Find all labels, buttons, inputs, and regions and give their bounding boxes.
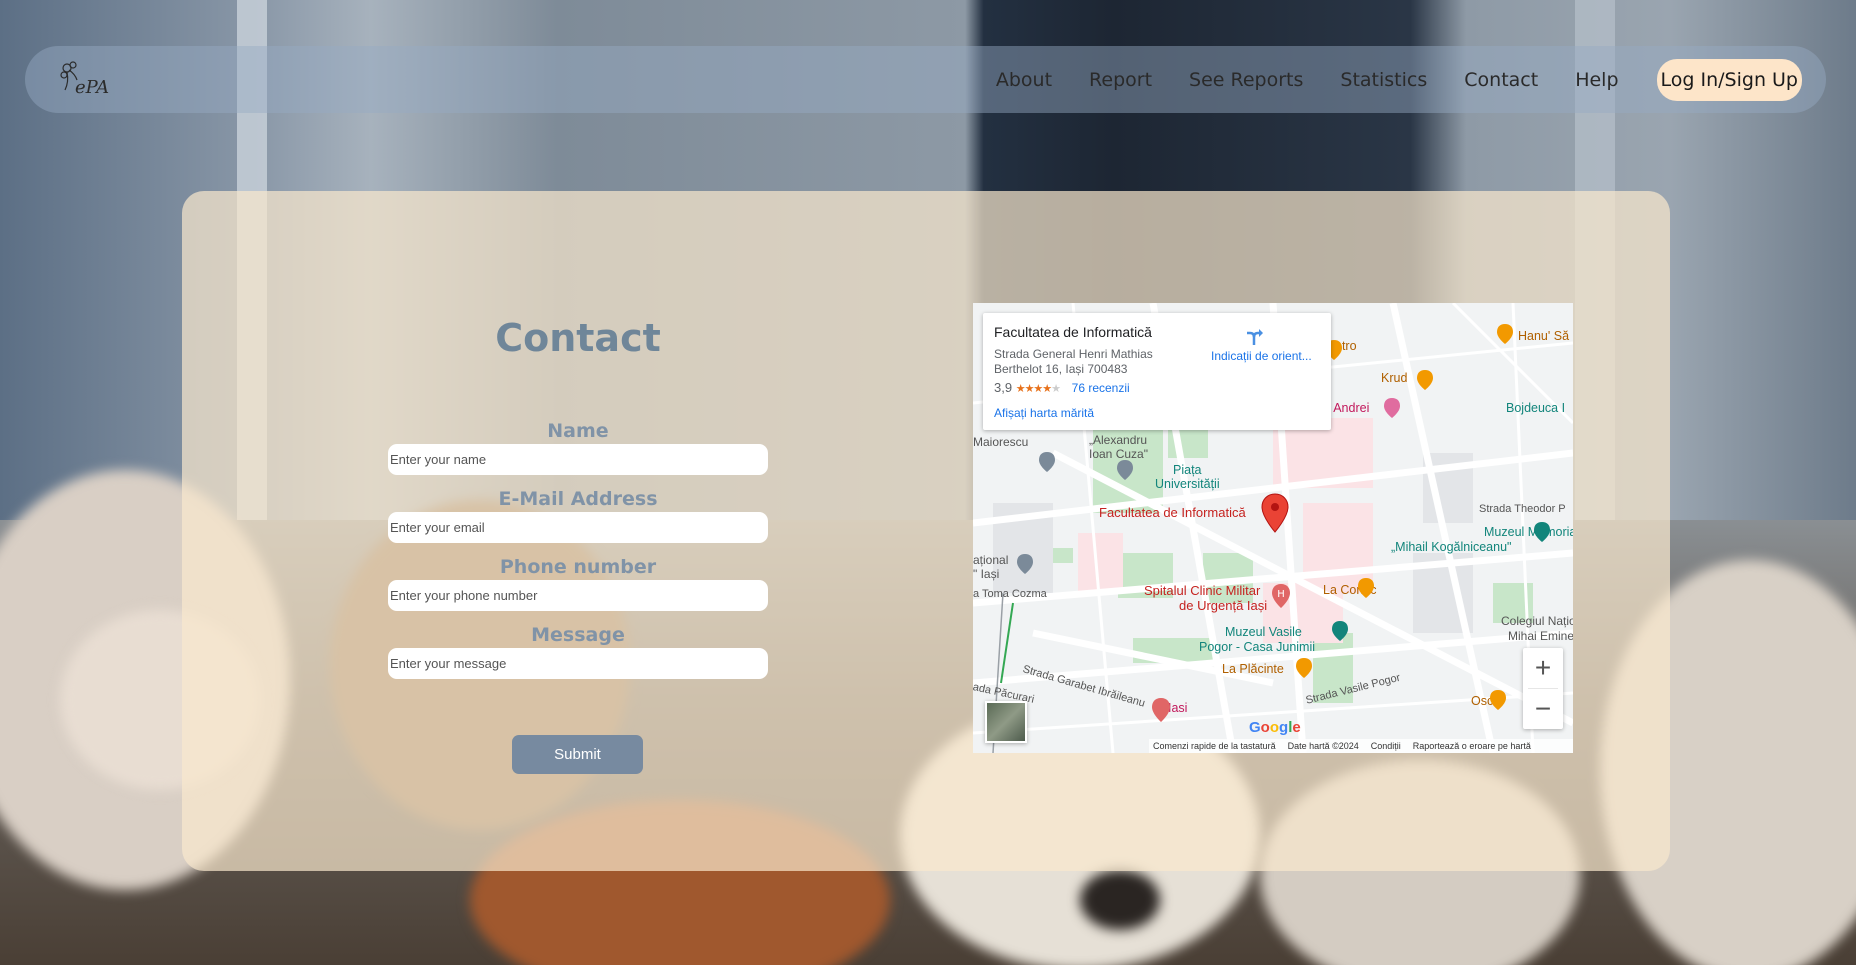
restaurant-pin-icon	[1417, 370, 1433, 390]
map-label-la-placinte: La Plăcinte	[1222, 662, 1284, 676]
map-label-spitalul: Spitalul Clinic Militar	[1144, 583, 1261, 598]
restaurant-pin-icon	[1490, 690, 1506, 710]
nav-contact[interactable]: Contact	[1464, 69, 1538, 91]
museum-pin-icon	[1332, 621, 1348, 641]
map-label-iasi-left: " Iași	[973, 567, 1000, 581]
star-rating-icon: ★★★★★	[1015, 383, 1061, 395]
top-navbar: ePA About Report See Reports Statistics …	[25, 46, 1826, 113]
map-label-muzeul-memorial: Muzeul Memorial	[1484, 525, 1573, 539]
phone-label: Phone number	[499, 556, 657, 578]
map-label-facultatea: Facultatea de Informatică	[1099, 505, 1246, 520]
email-input[interactable]	[388, 512, 768, 543]
login-signup-button[interactable]: Log In/Sign Up	[1656, 58, 1802, 101]
map-label-toma-cozma: a Toma Cozma	[973, 588, 1047, 600]
map-label-krud: Krud	[1381, 371, 1408, 385]
map-label-colegiul: Colegiul Național	[1501, 614, 1573, 628]
location-pin-icon[interactable]	[1261, 493, 1289, 533]
submit-button[interactable]: Submit	[512, 735, 643, 774]
keyboard-shortcuts-link[interactable]: Comenzi rapide de la tastatură	[1153, 741, 1276, 751]
map-label-teodor: Strada Theodor P	[1479, 503, 1566, 515]
map-label-bojdeuca: Bojdeuca I	[1506, 401, 1566, 415]
map-label-pogor: Pogor - Casa Junimii	[1199, 640, 1316, 654]
report-error-link[interactable]: Raportează o eroare pe hartă	[1413, 741, 1531, 751]
name-input[interactable]	[388, 444, 768, 475]
directions-icon[interactable]	[1243, 325, 1265, 347]
museum-pin-icon	[1017, 554, 1033, 574]
restaurant-pin-icon	[1358, 578, 1374, 598]
directions-link[interactable]: Indicații de orient...	[1211, 349, 1312, 363]
place-address: Strada General Henri Mathias Berthelot 1…	[994, 347, 1153, 376]
map-label-mihai-eminescu: Mihai Eminescu	[1508, 629, 1573, 643]
terms-link[interactable]: Condiții	[1371, 741, 1401, 751]
map-label-alexandru: „Alexandru	[1089, 433, 1148, 447]
university-pin-icon	[1117, 460, 1133, 480]
map-data-text: Date hartă ©2024	[1287, 741, 1359, 751]
phone-input[interactable]	[388, 580, 768, 611]
zoom-out-button[interactable]: −	[1523, 689, 1563, 729]
email-label: E-Mail Address	[498, 488, 658, 510]
contact-form: Name E-Mail Address Phone number Message	[388, 418, 768, 690]
nav-about[interactable]: About	[996, 69, 1052, 91]
place-rating: 3,9 ★★★★★ 76 recenzii	[994, 380, 1130, 395]
place-info-card: Facultatea de Informatică Strada General…	[983, 313, 1331, 430]
museum-pin-icon	[1534, 522, 1550, 542]
map-label-piata: Piața	[1173, 463, 1202, 477]
message-label: Message	[531, 624, 625, 646]
zoom-in-button[interactable]: +	[1523, 648, 1563, 688]
zoom-controls: + −	[1523, 648, 1563, 729]
nav-links: About Report See Reports Statistics Cont…	[959, 56, 1802, 103]
map-label-urgenta: de Urgență Iași	[1179, 598, 1268, 613]
larger-map-link[interactable]: Afișați harta mărită	[994, 406, 1094, 420]
google-logo: Google	[1249, 719, 1301, 736]
map-label-national: ațional	[973, 553, 1009, 567]
nav-see-reports[interactable]: See Reports	[1189, 69, 1303, 91]
contact-title: Contact	[495, 316, 661, 360]
place-name: Facultatea de Informatică	[994, 324, 1152, 340]
map-label-hanu: Hanu' Să	[1518, 329, 1570, 343]
map-label-universitatii: Universității	[1155, 477, 1220, 491]
name-label: Name	[547, 420, 609, 442]
site-logo[interactable]: ePA	[55, 58, 115, 102]
message-input[interactable]	[388, 648, 768, 679]
svg-text:ePA: ePA	[75, 77, 109, 98]
map-label-maiorescu: Maiorescu	[973, 435, 1029, 449]
reviews-link[interactable]: 76 recenzii	[1072, 381, 1130, 395]
place-pin-icon	[1152, 698, 1170, 722]
restaurant-pin-icon	[1296, 658, 1312, 678]
satellite-toggle[interactable]	[985, 701, 1027, 743]
restaurant-pin-icon	[1497, 324, 1513, 344]
hospital-pin-icon: H	[1272, 584, 1290, 608]
google-map[interactable]: Hostel Andrei Krud Hanu' Să Bojdeuca I e…	[973, 303, 1573, 753]
school-pin-icon	[1039, 452, 1055, 472]
rating-value: 3,9	[994, 380, 1013, 395]
hotel-pin-icon	[1384, 398, 1400, 418]
nav-help[interactable]: Help	[1575, 69, 1618, 91]
map-label-kogalniceanu: „Mihail Kogălniceanu"	[1391, 540, 1512, 554]
map-label-muzeul-vasile: Muzeul Vasile	[1225, 625, 1302, 639]
nav-statistics[interactable]: Statistics	[1340, 69, 1427, 91]
map-attribution-bar: Comenzi rapide de la tastatură Date hart…	[1149, 739, 1573, 753]
svg-text:H: H	[1277, 589, 1285, 600]
nav-report[interactable]: Report	[1089, 69, 1152, 91]
